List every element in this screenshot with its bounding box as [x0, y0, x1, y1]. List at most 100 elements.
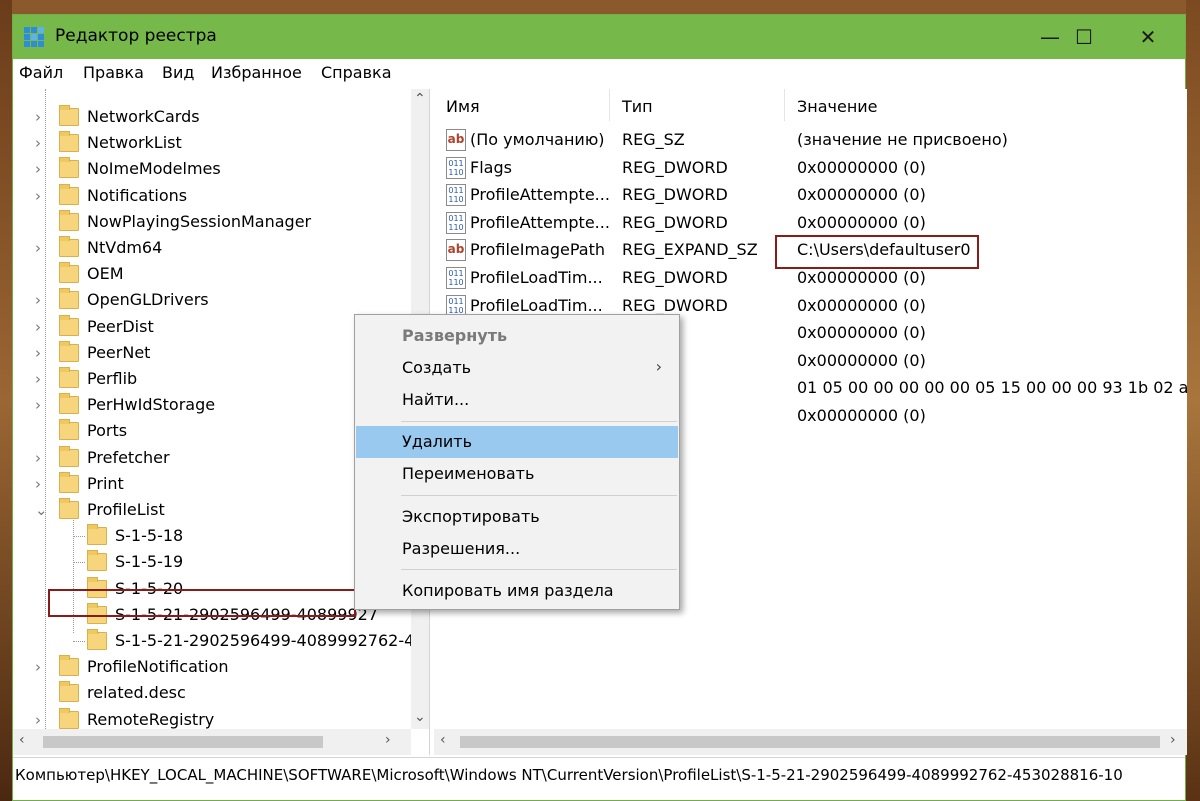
- tree-item-label: PeerNet: [87, 342, 151, 362]
- chevron-right-icon[interactable]: ›: [35, 318, 49, 336]
- chevron-right-icon[interactable]: ›: [35, 711, 49, 729]
- ctx-separator: [401, 569, 677, 570]
- ctx-export[interactable]: Экспортировать: [356, 501, 678, 533]
- scroll-left-icon[interactable]: ‹: [440, 732, 446, 748]
- value-value: (значение не присвоено): [797, 130, 1008, 149]
- folder-icon: [59, 105, 79, 126]
- tree-item[interactable]: › NtVdm64: [13, 236, 413, 262]
- chevron-right-icon: [35, 684, 49, 702]
- tree-item[interactable]: › NetworkCards: [13, 105, 413, 131]
- chevron-right-icon[interactable]: ›: [35, 291, 49, 309]
- value-value: 0x00000000 (0): [797, 350, 926, 370]
- tree-item[interactable]: S-1-5-18: [13, 524, 413, 550]
- scroll-up-icon[interactable]: ⌃: [414, 91, 426, 107]
- ctx-rename[interactable]: Переименовать: [356, 458, 678, 490]
- folder-icon: [59, 209, 79, 231]
- desktop-background-top: [0, 0, 1200, 14]
- ctx-create[interactable]: Создать ›: [356, 352, 678, 384]
- chevron-right-icon[interactable]: ›: [35, 108, 49, 126]
- scroll-down-icon[interactable]: ⌄: [414, 709, 426, 725]
- ctx-delete[interactable]: Удалить: [356, 426, 678, 458]
- tree-item-label: NowPlayingSessionManager: [87, 211, 312, 231]
- tree-scroll-thumb[interactable]: [43, 736, 323, 748]
- chevron-right-icon[interactable]: ›: [35, 370, 49, 388]
- value-name: ProfileLoadTim...: [470, 295, 603, 315]
- tree-item[interactable]: › Notifications: [13, 183, 413, 210]
- tree-item[interactable]: › Print: [13, 471, 413, 498]
- column-header-name[interactable]: Имя: [434, 89, 610, 121]
- column-header-value[interactable]: Значение: [785, 89, 1185, 121]
- tree-item[interactable]: › Perflib: [13, 367, 413, 393]
- tree-item[interactable]: › NetworkList: [13, 131, 413, 157]
- scroll-right-icon[interactable]: ›: [385, 732, 391, 748]
- values-horizontal-scrollbar[interactable]: ‹ ›: [434, 729, 1187, 755]
- chevron-right-icon[interactable]: ›: [35, 160, 49, 178]
- chevron-right-icon[interactable]: ›: [35, 134, 49, 152]
- tree-item[interactable]: › PerHwIdStorage: [13, 393, 413, 419]
- tree-item[interactable]: ⌄ ProfileList: [13, 498, 413, 524]
- ctx-copy-key-name[interactable]: Копировать имя раздела: [356, 575, 678, 607]
- chevron-right-icon[interactable]: ›: [35, 344, 49, 362]
- tree-item[interactable]: › PeerDist: [13, 314, 413, 341]
- status-bar: Компьютер\HKEY_LOCAL_MACHINE\SOFTWARE\Mi…: [13, 757, 1185, 790]
- value-row[interactable]: 011 110 ProfileLoadTim... REG_DWORD 0x00000…: [434, 265, 1187, 292]
- tree-item-label: ProfileList: [87, 500, 165, 519]
- chevron-right-icon[interactable]: ›: [35, 187, 49, 205]
- menu-file[interactable]: Файл: [19, 63, 63, 82]
- scroll-left-icon[interactable]: ‹: [19, 732, 25, 748]
- ctx-permissions[interactable]: Разрешения...: [356, 533, 678, 565]
- tree-item[interactable]: › ProfileNotification: [13, 655, 413, 681]
- tree-item[interactable]: › Prefetcher: [13, 445, 413, 472]
- tree-item[interactable]: OEM: [13, 262, 413, 288]
- menu-help[interactable]: Справка: [321, 63, 392, 82]
- chevron-right-icon[interactable]: ›: [35, 658, 49, 676]
- maximize-button[interactable]: ☐: [1051, 15, 1117, 59]
- tree-item[interactable]: › OpenGLDrivers: [13, 288, 413, 314]
- tree-item[interactable]: related.desc: [13, 681, 413, 707]
- value-name: ProfileAttempte...: [470, 185, 610, 205]
- ctx-find-label: Найти...: [402, 390, 470, 409]
- menu-view[interactable]: Вид: [162, 63, 194, 82]
- value-value: 0x00000000 (0): [797, 157, 926, 177]
- binary-value-icon: 011 110: [446, 211, 466, 234]
- scroll-right-icon[interactable]: ›: [1170, 732, 1176, 748]
- tree-item[interactable]: S-1-5-19: [13, 550, 413, 576]
- string-value-icon: ab: [446, 239, 466, 262]
- ctx-rename-label: Переименовать: [402, 464, 535, 483]
- tree-item[interactable]: NowPlayingSessionManager: [13, 209, 413, 236]
- binary-value-icon: 011 110: [446, 267, 466, 289]
- tree-item[interactable]: › PeerNet: [13, 340, 413, 367]
- column-header-type[interactable]: Тип: [610, 89, 785, 121]
- tree-horizontal-scrollbar[interactable]: ‹ ›: [13, 729, 411, 755]
- tree-guide-line: [73, 536, 85, 538]
- folder-icon: [59, 262, 79, 284]
- chevron-right-icon[interactable]: ›: [35, 449, 49, 467]
- close-button[interactable]: ✕: [1115, 15, 1181, 59]
- chevron-down-icon[interactable]: ⌄: [35, 501, 49, 519]
- tree-item[interactable]: Ports: [13, 419, 413, 445]
- tree-item-label: RemoteRegistry: [87, 709, 215, 729]
- value-type: REG_DWORD: [622, 157, 728, 177]
- menu-edit[interactable]: Правка: [83, 63, 144, 82]
- tree-item-label: NetworkCards: [87, 107, 200, 126]
- chevron-right-icon[interactable]: ›: [35, 239, 49, 257]
- title-bar[interactable]: Редактор реестра — ☐ ✕: [13, 15, 1185, 59]
- menu-favorites[interactable]: Избранное: [211, 63, 302, 82]
- ctx-find[interactable]: Найти...: [356, 384, 678, 416]
- tree-item-label: Print: [87, 473, 124, 493]
- value-row[interactable]: 011 110 ProfileAttempte... REG_DWORD 0x0000…: [434, 210, 1187, 237]
- values-scroll-thumb[interactable]: [460, 736, 1160, 748]
- chevron-right-icon[interactable]: ›: [35, 396, 49, 414]
- tree-item-label: S-1-5-21-2902596499-4089992762-453: [115, 631, 430, 650]
- chevron-right-icon[interactable]: ›: [35, 475, 49, 493]
- string-value-icon: ab: [446, 129, 466, 151]
- ctx-create-label: Создать: [402, 358, 472, 377]
- ctx-expand[interactable]: Развернуть: [356, 320, 678, 352]
- tree-item[interactable]: S-1-5-21-2902596499-4089992762-453: [13, 629, 429, 655]
- folder-icon: [59, 236, 79, 257]
- ctx-export-label: Экспортировать: [402, 507, 540, 526]
- value-row[interactable]: 011 110 ProfileAttempte... REG_DWORD 0x0000…: [434, 182, 1187, 209]
- value-row[interactable]: ab (По умолчанию) REG_SZ (значение не присв…: [434, 127, 1187, 154]
- value-row[interactable]: 011 110 Flags REG_DWORD 0x00000000 (0): [434, 155, 1187, 182]
- tree-item[interactable]: › NoImeModelmes: [13, 157, 413, 183]
